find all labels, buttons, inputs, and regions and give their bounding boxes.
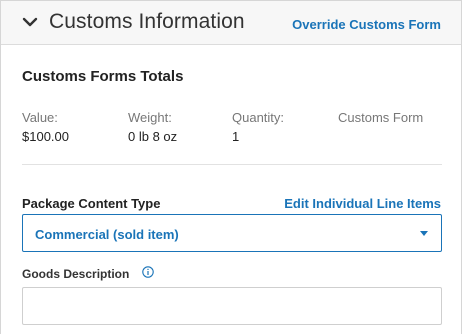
- goods-description-label: Goods Description: [22, 267, 130, 281]
- totals-title: Customs Forms Totals: [22, 68, 184, 85]
- customs-form-label: Customs Form: [338, 110, 424, 125]
- panel-title: Customs Information: [49, 10, 245, 33]
- info-icon[interactable]: [142, 266, 154, 278]
- panel-header[interactable]: Customs Information Override Customs For…: [1, 1, 461, 45]
- override-customs-form-link[interactable]: Override Customs Form: [292, 17, 441, 32]
- divider: [22, 164, 442, 165]
- goods-description-input[interactable]: [22, 287, 442, 325]
- quantity-label: Quantity:: [232, 110, 285, 125]
- quantity-amount: 1: [232, 129, 240, 144]
- weight-amount: 0 lb 8 oz: [128, 129, 178, 144]
- customs-information-panel: Customs Information Override Customs For…: [0, 0, 462, 334]
- value-label: Value:: [22, 110, 58, 125]
- chevron-down-icon[interactable]: [21, 13, 39, 31]
- package-content-type-selected: Commercial (sold item): [35, 227, 179, 242]
- package-content-type-label: Package Content Type: [22, 196, 161, 211]
- weight-label: Weight:: [128, 110, 172, 125]
- value-amount: $100.00: [22, 129, 69, 144]
- edit-individual-line-items-link[interactable]: Edit Individual Line Items: [284, 196, 441, 211]
- package-content-type-select[interactable]: Commercial (sold item): [22, 214, 442, 252]
- dropdown-caret-icon: [420, 231, 428, 236]
